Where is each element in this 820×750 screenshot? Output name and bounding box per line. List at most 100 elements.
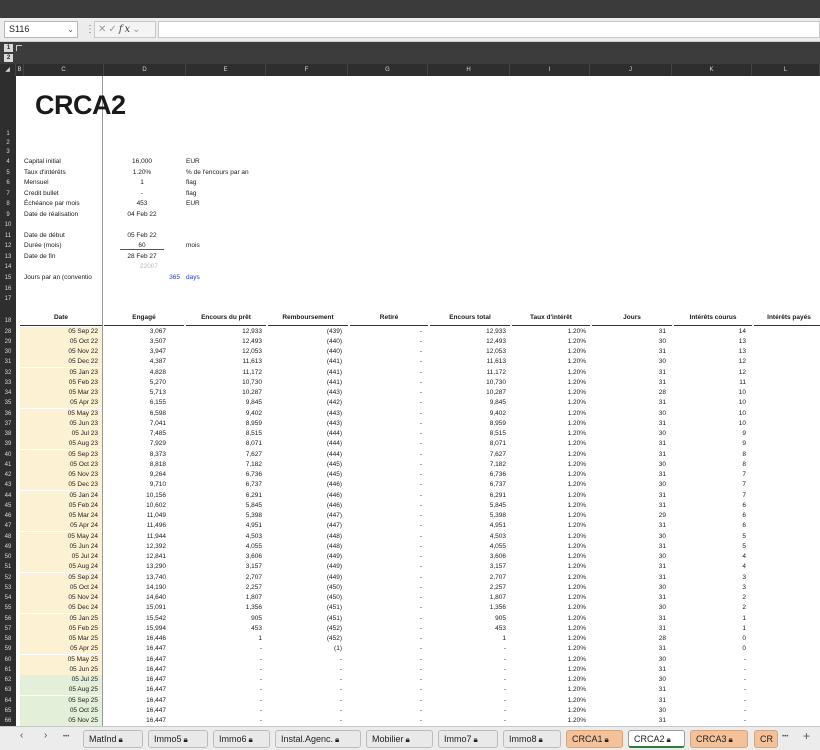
table-cell[interactable]: 31 [592, 696, 666, 706]
table-cell[interactable]: - [350, 511, 422, 521]
row-header[interactable]: 13 [0, 253, 16, 261]
table-cell[interactable]: 905 [430, 614, 506, 624]
table-cell[interactable]: - [350, 593, 422, 603]
table-cell[interactable]: 3 [674, 573, 746, 583]
column-header-c[interactable]: C [24, 64, 104, 76]
cancel-icon[interactable]: ✕ [98, 24, 108, 35]
table-cell[interactable]: 16,447 [104, 675, 166, 685]
table-cell[interactable]: 10 [674, 398, 746, 408]
param-label[interactable]: Durée (mois) [24, 242, 62, 249]
table-cell[interactable]: 30 [592, 706, 666, 716]
table-cell[interactable]: - [430, 665, 506, 675]
table-cell[interactable]: 3,157 [430, 562, 506, 572]
date-cell[interactable]: 05 Jun 25 [20, 664, 102, 675]
param-value[interactable]: 453 [120, 200, 164, 207]
table-cell[interactable]: 7,627 [186, 450, 262, 460]
table-cell[interactable]: 1.20% [512, 470, 586, 480]
row-header[interactable]: 52 [0, 574, 16, 582]
table-cell[interactable]: 1.20% [512, 644, 586, 654]
column-header-h[interactable]: H [428, 64, 510, 76]
table-cell[interactable]: (443) [268, 388, 342, 398]
table-cell[interactable]: 13,740 [104, 573, 166, 583]
table-cell[interactable]: 2 [674, 603, 746, 613]
table-cell[interactable]: (446) [268, 501, 342, 511]
date-cell[interactable]: 05 Jul 25 [20, 675, 102, 686]
table-cell[interactable]: - [350, 347, 422, 357]
table-cell[interactable]: 9,402 [186, 409, 262, 419]
table-cell[interactable]: (450) [268, 593, 342, 603]
table-cell[interactable]: 1.20% [512, 398, 586, 408]
param-label[interactable]: Capital initial [24, 158, 61, 165]
date-cell[interactable]: 05 Mar 23 [20, 388, 102, 399]
table-cell[interactable]: 4,828 [104, 368, 166, 378]
table-cell[interactable]: 7 [674, 480, 746, 490]
column-header-d[interactable]: D [104, 64, 186, 76]
table-cell[interactable]: 2,707 [430, 573, 506, 583]
table-cell[interactable]: - [674, 675, 746, 685]
tab-immo8[interactable]: Immo8 🔒︎ [503, 730, 561, 748]
table-cell[interactable]: 31 [592, 614, 666, 624]
table-cell[interactable]: 31 [592, 562, 666, 572]
table-cell[interactable]: - [350, 521, 422, 531]
row-header[interactable]: 42 [0, 471, 16, 479]
table-cell[interactable]: 31 [592, 665, 666, 675]
table-cell[interactable]: 453 [430, 624, 506, 634]
table-cell[interactable]: 1.20% [512, 552, 586, 562]
tab-prev-arrow-icon[interactable]: ‹ [20, 730, 23, 741]
table-cell[interactable]: - [350, 398, 422, 408]
table-cell[interactable]: 1.20% [512, 388, 586, 398]
table-cell[interactable]: 4,055 [430, 542, 506, 552]
table-cell[interactable]: 14 [674, 327, 746, 337]
row-header[interactable]: 66 [0, 717, 16, 725]
date-cell[interactable]: 05 Jul 23 [20, 429, 102, 440]
row-header[interactable]: 3 [0, 148, 16, 156]
table-cell[interactable]: - [350, 542, 422, 552]
row-header[interactable]: 36 [0, 410, 16, 418]
table-cell[interactable]: - [186, 706, 262, 716]
table-cell[interactable]: 1.20% [512, 685, 586, 695]
row14-value[interactable]: 22007 [120, 263, 158, 270]
table-cell[interactable]: - [674, 706, 746, 716]
header-taux[interactable]: Taux d'intérêt [512, 303, 590, 326]
date-cell[interactable]: 05 Sep 24 [20, 572, 102, 583]
table-cell[interactable]: 16,447 [104, 696, 166, 706]
table-cell[interactable]: 1 [186, 634, 262, 644]
date-cell[interactable]: 05 Oct 24 [20, 582, 102, 593]
table-cell[interactable]: (441) [268, 368, 342, 378]
row-header[interactable]: 11 [0, 232, 16, 240]
table-cell[interactable]: 3 [674, 583, 746, 593]
row-header[interactable]: 56 [0, 615, 16, 623]
table-cell[interactable]: - [186, 696, 262, 706]
table-cell[interactable]: 1.20% [512, 347, 586, 357]
table-cell[interactable]: - [186, 665, 262, 675]
date-cell[interactable]: 05 Sep 22 [20, 326, 102, 337]
table-cell[interactable]: 11,613 [430, 357, 506, 367]
row-header[interactable]: 54 [0, 594, 16, 602]
table-cell[interactable]: 30 [592, 409, 666, 419]
row-header[interactable]: 45 [0, 502, 16, 510]
row-header[interactable]: 31 [0, 358, 16, 366]
outline-level-1-button[interactable]: 1 [4, 44, 13, 52]
table-cell[interactable]: - [430, 644, 506, 654]
row-header[interactable]: 17 [0, 295, 16, 303]
param-unit[interactable]: EUR [186, 200, 200, 207]
table-cell[interactable]: 5,713 [104, 388, 166, 398]
table-cell[interactable]: 2,707 [186, 573, 262, 583]
param-label[interactable]: Échéance par mois [24, 200, 80, 207]
tab-instal-agenc[interactable]: Instal.Agenc. 🔒︎ [275, 730, 361, 748]
table-cell[interactable]: 1.20% [512, 368, 586, 378]
tab-overflow-right-icon[interactable]: ••• [782, 734, 788, 740]
table-cell[interactable]: 0 [674, 634, 746, 644]
column-header-l[interactable]: L [752, 64, 820, 76]
table-cell[interactable]: 1,807 [430, 593, 506, 603]
table-cell[interactable]: 6 [674, 521, 746, 531]
outline-level-2-button[interactable]: 2 [4, 54, 13, 62]
table-cell[interactable]: - [350, 685, 422, 695]
table-cell[interactable]: 4,951 [430, 521, 506, 531]
table-cell[interactable]: - [674, 696, 746, 706]
row-header[interactable]: 18 [0, 317, 16, 325]
table-cell[interactable]: 8,959 [186, 419, 262, 429]
table-cell[interactable]: 12,933 [186, 327, 262, 337]
date-cell[interactable]: 05 Aug 24 [20, 562, 102, 573]
date-cell[interactable]: 05 Aug 23 [20, 439, 102, 450]
